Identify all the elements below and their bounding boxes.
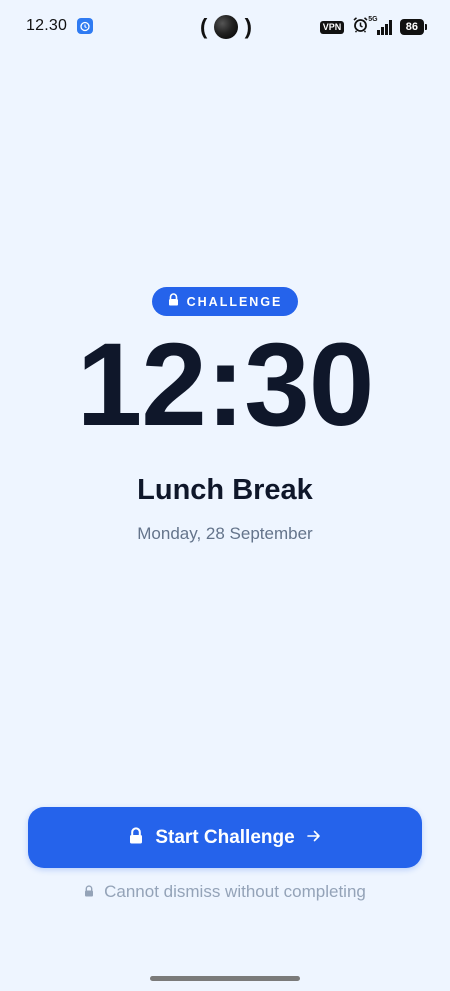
lock-icon — [84, 882, 94, 902]
alarm-app-icon — [77, 18, 93, 34]
challenge-badge-label: CHALLENGE — [186, 294, 283, 309]
dismiss-note-text: Cannot dismiss without completing — [104, 882, 366, 901]
start-challenge-label: Start Challenge — [155, 826, 295, 848]
vpn-badge: VPN — [319, 20, 345, 34]
home-indicator[interactable] — [150, 976, 300, 981]
alarm-date: Monday, 28 September — [137, 524, 313, 543]
alarm-title: Lunch Break — [137, 474, 313, 506]
dismiss-note: Cannot dismiss without completing — [0, 882, 450, 902]
arrow-right-icon — [306, 829, 321, 847]
status-time: 12.30 — [26, 17, 68, 34]
challenge-badge: CHALLENGE — [152, 287, 298, 316]
lock-icon — [129, 826, 143, 849]
status-bar: 12.30 ( ) VPN 5G 86 — [0, 0, 450, 52]
alarm-time: 12:30 — [76, 319, 375, 451]
camera-cutout: ( ) — [200, 12, 252, 42]
start-challenge-button[interactable]: Start Challenge — [28, 807, 422, 868]
cellular-signal-icon: 5G — [368, 16, 392, 35]
lock-icon — [168, 292, 179, 311]
camera-bracket-left-icon: ( — [200, 14, 208, 39]
network-type-label: 5G — [368, 16, 378, 23]
status-icons: VPN 5G 86 — [319, 16, 428, 38]
battery-indicator: 86 — [399, 18, 428, 36]
camera-bracket-right-icon: ) — [244, 14, 252, 39]
camera-lens-icon — [214, 15, 238, 39]
alarm-clock-icon — [352, 16, 369, 38]
